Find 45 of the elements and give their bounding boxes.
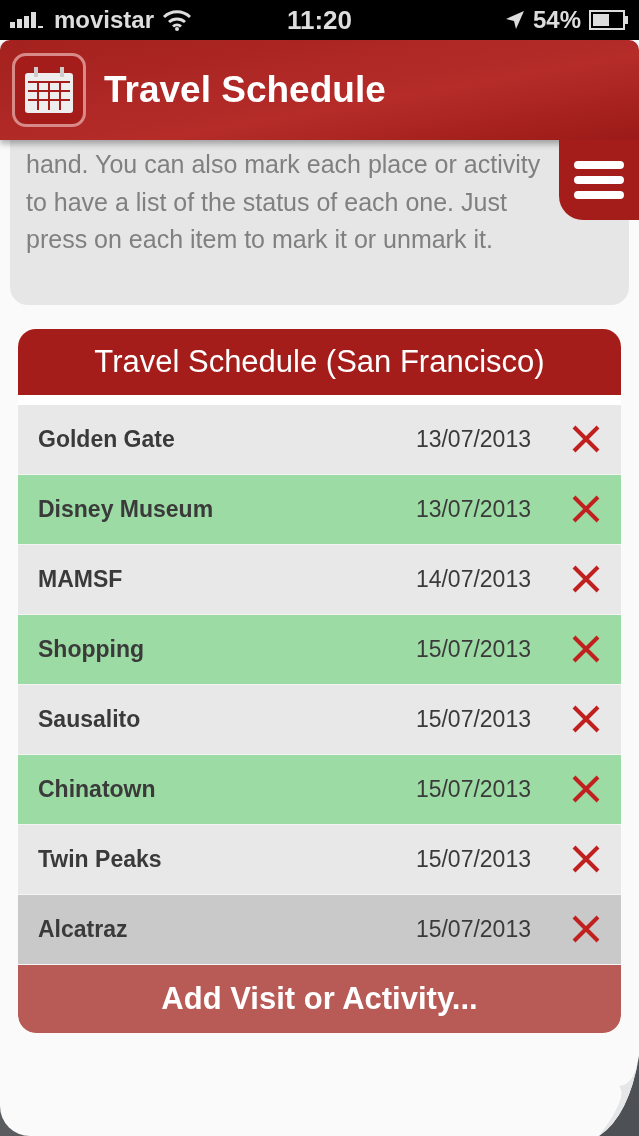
visit-date: 15/07/2013	[415, 705, 531, 733]
menu-icon	[574, 161, 624, 199]
calendar-button[interactable]	[12, 53, 86, 127]
visit-date: 13/07/2013	[415, 495, 531, 523]
place-name: Disney Museum	[38, 495, 215, 523]
place-name: Twin Peaks	[38, 845, 163, 873]
place-name: Alcatraz	[38, 915, 129, 943]
visit-date: 15/07/2013	[415, 775, 531, 803]
schedule-row[interactable]: MAMSF 14/07/2013	[18, 544, 621, 615]
add-button[interactable]: Add Visit or Activity...	[18, 964, 621, 1033]
location-arrow-icon	[504, 10, 525, 30]
place-name: MAMSF	[38, 565, 124, 593]
delete-icon[interactable]	[571, 424, 601, 454]
visit-date: 14/07/2013	[415, 565, 531, 593]
schedule-row[interactable]: Golden Gate 13/07/2013	[18, 404, 621, 475]
delete-icon[interactable]	[571, 704, 601, 734]
visit-date: 15/07/2013	[415, 635, 531, 663]
place-name: Chinatown	[38, 775, 157, 803]
visit-date: 15/07/2013	[415, 845, 531, 873]
schedule-row[interactable]: Shopping 15/07/2013	[18, 614, 621, 685]
delete-icon[interactable]	[571, 494, 601, 524]
signal-icon	[10, 12, 46, 28]
delete-icon[interactable]	[571, 564, 601, 594]
visit-date: 15/07/2013	[415, 915, 531, 943]
delete-icon[interactable]	[571, 634, 601, 664]
place-name: Golden Gate	[38, 425, 176, 453]
delete-icon[interactable]	[571, 914, 601, 944]
place-name: Sausalito	[38, 705, 142, 733]
delete-icon[interactable]	[571, 844, 601, 874]
battery-icon	[589, 10, 629, 30]
schedule-row[interactable]: Twin Peaks 15/07/2013	[18, 824, 621, 895]
clock-time: 11:20	[286, 4, 353, 36]
calendar-icon	[25, 67, 73, 113]
schedule-row[interactable]: Alcatraz 15/07/2013	[18, 894, 621, 965]
wifi-icon	[162, 9, 193, 31]
visit-date: 13/07/2013	[415, 425, 531, 453]
delete-icon[interactable]	[571, 774, 601, 804]
menu-button[interactable]	[559, 140, 639, 220]
carrier-name: movistar	[54, 6, 155, 34]
schedule-row[interactable]: Chinatown 15/07/2013	[18, 754, 621, 825]
schedule-row[interactable]: Disney Museum 13/07/2013	[18, 474, 621, 545]
battery-percent: 54%	[532, 6, 581, 34]
schedule-row[interactable]: Sausalito 15/07/2013	[18, 684, 621, 755]
place-name: Shopping	[38, 635, 146, 663]
app-title: Travel Schedule	[104, 69, 386, 111]
